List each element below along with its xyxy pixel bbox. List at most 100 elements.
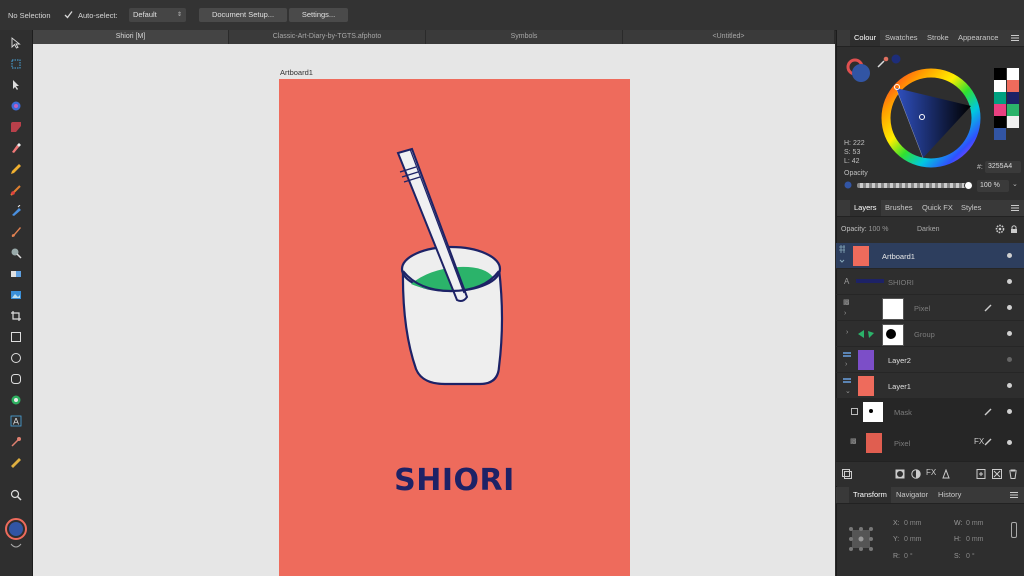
group-layers-icon[interactable] — [992, 469, 1002, 479]
pen-tool-icon[interactable] — [8, 140, 24, 156]
tab-stroke[interactable]: Stroke — [927, 30, 949, 46]
tab-navigator[interactable]: Navigator — [896, 487, 928, 503]
brush-icon[interactable] — [984, 438, 992, 446]
fill-stroke-indicator[interactable] — [844, 56, 872, 84]
corner-tool-icon[interactable] — [8, 119, 24, 135]
layer-stack-icon[interactable] — [842, 469, 852, 479]
layer-name[interactable]: Group — [914, 330, 935, 339]
cup-illustration[interactable] — [279, 79, 630, 459]
layer-name[interactable]: Layer2 — [888, 356, 911, 365]
brush-icon[interactable] — [984, 408, 992, 416]
expand-chevron-icon[interactable]: › — [844, 310, 846, 317]
picture-frame-icon[interactable] — [8, 287, 24, 303]
artboard-tool-icon[interactable] — [8, 56, 24, 72]
lock-icon[interactable] — [1009, 224, 1019, 234]
recent-swatches[interactable] — [994, 68, 1020, 152]
paint-brush-icon[interactable] — [8, 224, 24, 240]
tab-symbols[interactable]: Symbols — [426, 30, 623, 44]
tab-transform[interactable]: Transform — [849, 487, 891, 503]
tab-untitled[interactable]: <Untitled> — [623, 30, 835, 44]
rectangle-tool-icon[interactable] — [8, 329, 24, 345]
document-setup-button[interactable]: Document Setup... — [199, 8, 287, 22]
add-layer-icon[interactable] — [976, 469, 986, 479]
panel-menu-icon[interactable] — [1011, 34, 1019, 42]
fill-stroke-swatch[interactable] — [5, 518, 27, 540]
layer-row-pixel[interactable]: ▩ › Pixel — [836, 295, 1024, 321]
tab-classic-art-diary[interactable]: Classic-Art-Diary-by-TGTS.afphoto — [229, 30, 426, 44]
node-tool-icon[interactable] — [8, 77, 24, 93]
layer-row-shiori[interactable]: A SHIORI — [836, 269, 1024, 295]
h-input[interactable]: 0 mm — [966, 536, 984, 543]
constrain-proportions-icon[interactable] — [1011, 522, 1017, 538]
layer-name[interactable]: Mask — [894, 408, 912, 417]
swap-colors-icon[interactable] — [10, 542, 22, 550]
color-picker-icon[interactable] — [8, 434, 24, 450]
visibility-toggle[interactable] — [1007, 305, 1012, 310]
y-input[interactable]: 0 mm — [904, 536, 922, 543]
fx-icon[interactable]: FX — [974, 437, 984, 446]
tab-quick-fx[interactable]: Quick FX — [922, 200, 953, 216]
layer-name[interactable]: Pixel — [894, 439, 910, 448]
contour-tool-icon[interactable] — [8, 98, 24, 114]
blend-mode-select[interactable]: Darken — [917, 226, 940, 233]
expand-chevron-icon[interactable]: › — [845, 361, 847, 368]
layer-name[interactable]: Pixel — [914, 304, 930, 313]
fx-button-icon[interactable]: FX — [926, 468, 936, 477]
shape-tool-icon[interactable] — [8, 392, 24, 408]
layer-name[interactable]: Artboard1 — [882, 252, 915, 261]
chevron-down-icon[interactable]: ⌄ — [1012, 180, 1018, 188]
tab-styles[interactable]: Styles — [961, 200, 981, 216]
tab-colour[interactable]: Colour — [850, 30, 881, 46]
hex-input[interactable]: 3255A4 — [985, 161, 1021, 173]
visibility-toggle[interactable] — [1007, 383, 1012, 388]
vector-brush-icon[interactable] — [8, 182, 24, 198]
visibility-toggle[interactable] — [1007, 357, 1012, 362]
canvas[interactable]: Artboard1 SHIORI — [33, 44, 835, 576]
artboard[interactable]: SHIORI — [279, 79, 630, 576]
visibility-toggle[interactable] — [1007, 440, 1012, 445]
tab-brushes[interactable]: Brushes — [885, 200, 913, 216]
layer-row-group[interactable]: › Group — [836, 321, 1024, 347]
collapse-chevron-icon[interactable]: ⌄ — [845, 387, 851, 395]
trash-icon[interactable] — [1008, 469, 1018, 479]
layer-opacity-value[interactable]: 100 % — [869, 226, 889, 233]
text-tool-icon[interactable]: A — [8, 413, 24, 429]
ruler-tool-icon[interactable] — [8, 455, 24, 471]
settings-button[interactable]: Settings... — [289, 8, 348, 22]
layer-row-artboard1[interactable]: Artboard1 — [836, 243, 1024, 269]
layer-row-mask[interactable]: Mask — [836, 399, 1024, 425]
eyedropper-icon[interactable] — [877, 56, 889, 68]
autoselect-dropdown[interactable]: Default ⇕ — [129, 8, 186, 22]
opacity-slider-handle[interactable] — [964, 181, 973, 190]
layer-row-layer1[interactable]: ⌄ Layer1 — [836, 373, 1024, 399]
rotation-input[interactable]: 0 ° — [904, 553, 913, 560]
checkmark-icon[interactable] — [64, 10, 73, 19]
visibility-toggle[interactable] — [1007, 253, 1012, 258]
shear-input[interactable]: 0 ° — [966, 553, 975, 560]
layer-name[interactable]: Layer1 — [888, 382, 911, 391]
live-filter-icon[interactable] — [941, 468, 951, 479]
panel-menu-icon[interactable] — [1011, 204, 1019, 212]
opacity-input[interactable]: 100 % — [977, 180, 1009, 192]
rounded-rectangle-tool-icon[interactable] — [8, 371, 24, 387]
tab-history[interactable]: History — [938, 487, 961, 503]
w-input[interactable]: 0 mm — [966, 520, 984, 527]
tab-layers[interactable]: Layers — [850, 200, 881, 216]
move-tool-icon[interactable] — [8, 35, 24, 51]
ellipse-tool-icon[interactable] — [8, 350, 24, 366]
transparency-tool-icon[interactable] — [8, 266, 24, 282]
place-image-icon[interactable] — [8, 245, 24, 261]
zoom-tool-icon[interactable] — [8, 487, 24, 503]
x-input[interactable]: 0 mm — [904, 520, 922, 527]
anchor-point-selector[interactable] — [846, 524, 876, 554]
panel-menu-icon[interactable] — [1010, 491, 1018, 499]
brush-icon[interactable] — [984, 304, 992, 312]
adjustment-icon[interactable] — [911, 469, 921, 479]
tab-shiori[interactable]: Shiori [M] — [33, 30, 229, 44]
visibility-toggle[interactable] — [1007, 409, 1012, 414]
expand-chevron-icon[interactable]: › — [846, 329, 848, 336]
layer-row-layer2[interactable]: › Layer2 — [836, 347, 1024, 373]
layer-name[interactable]: SHIORI — [888, 278, 914, 287]
tab-swatches[interactable]: Swatches — [885, 30, 918, 46]
colour-wheel[interactable] — [881, 68, 981, 168]
